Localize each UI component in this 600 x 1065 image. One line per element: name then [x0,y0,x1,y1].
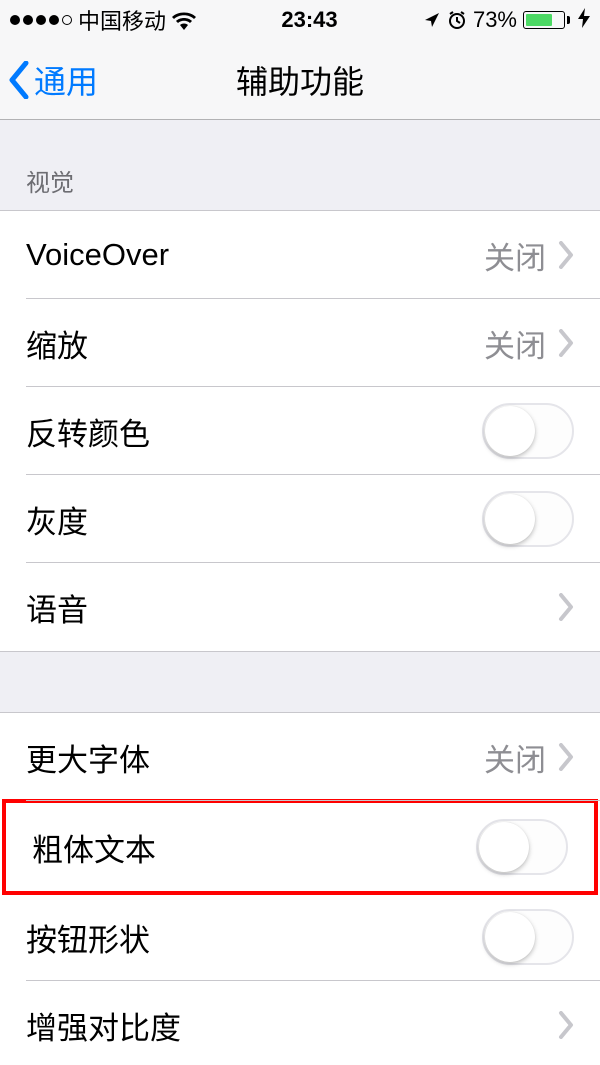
wifi-icon [172,10,196,30]
row-voiceover[interactable]: VoiceOver 关闭 [0,211,600,299]
nav-bar: 通用 辅助功能 [0,40,600,120]
switch-bold-text[interactable] [476,819,568,875]
switch-button-shapes[interactable] [482,909,574,965]
switch-grayscale[interactable] [482,491,574,547]
charging-icon [578,8,590,33]
back-label: 通用 [34,57,98,103]
row-label: 灰度 [26,497,482,542]
group-vision: VoiceOver 关闭 缩放 关闭 反转颜色 灰度 语音 [0,210,600,652]
section-header-vision: 视觉 [0,120,600,210]
row-label: 更大字体 [26,735,484,780]
battery-icon [523,11,570,29]
battery-percent-label: 73% [473,7,517,33]
row-label: VoiceOver [26,237,484,273]
row-label: 增强对比度 [26,1003,558,1048]
row-invert-colors[interactable]: 反转颜色 [0,387,600,475]
row-increase-contrast[interactable]: 增强对比度 [0,981,600,1065]
section-gap [0,652,600,712]
chevron-right-icon [558,593,574,621]
chevron-right-icon [558,1011,574,1039]
row-value: 关闭 [484,321,546,366]
group-text: 更大字体 关闭 粗体文本 按钮形状 增强对比度 减弱动态效果 关闭 [0,712,600,1065]
highlight-box: 粗体文本 [2,799,598,895]
location-icon [423,11,441,29]
row-larger-text[interactable]: 更大字体 关闭 [0,713,600,801]
row-label: 缩放 [26,321,484,366]
status-left: 中国移动 [10,4,196,36]
row-button-shapes[interactable]: 按钮形状 [0,893,600,981]
status-right: 73% [423,7,590,33]
chevron-right-icon [558,329,574,357]
signal-strength-icon [10,15,72,25]
row-label: 粗体文本 [32,825,476,870]
row-grayscale[interactable]: 灰度 [0,475,600,563]
row-value: 关闭 [484,233,546,278]
row-label: 语音 [26,585,558,630]
row-label: 按钮形状 [26,915,482,960]
carrier-label: 中国移动 [78,4,166,36]
chevron-left-icon [8,61,30,99]
back-button[interactable]: 通用 [0,57,98,103]
row-label: 反转颜色 [26,409,482,454]
row-speech[interactable]: 语音 [0,563,600,651]
status-bar: 中国移动 23:43 73% [0,0,600,40]
content: 视觉 VoiceOver 关闭 缩放 关闭 反转颜色 灰度 语音 更大字体 [0,120,600,1065]
chevron-right-icon [558,743,574,771]
alarm-icon [447,10,467,30]
row-value: 关闭 [484,735,546,780]
row-zoom[interactable]: 缩放 关闭 [0,299,600,387]
switch-invert-colors[interactable] [482,403,574,459]
chevron-right-icon [558,241,574,269]
row-bold-text[interactable]: 粗体文本 [6,803,594,891]
clock-label: 23:43 [281,7,337,33]
